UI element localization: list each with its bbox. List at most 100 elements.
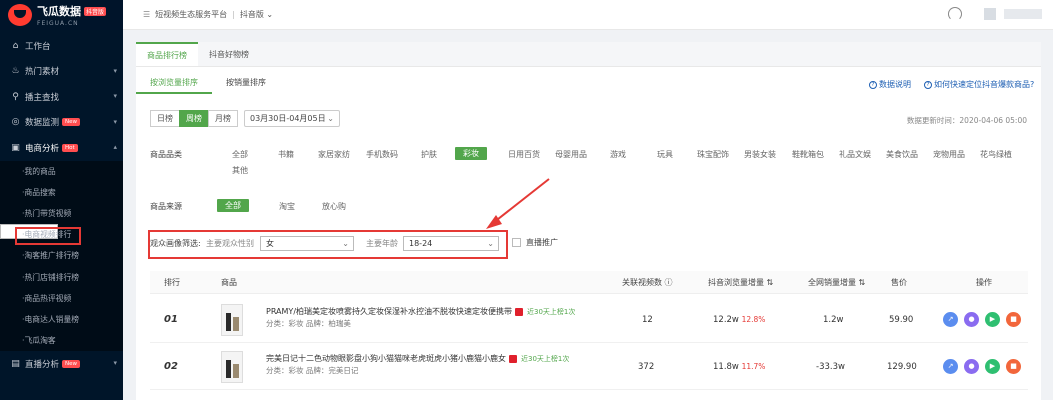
source-fangxingou[interactable]: 放心购 [322,201,346,212]
avatar[interactable] [984,8,996,20]
category-digital[interactable]: 手机数码 [366,149,398,160]
th-related-videos[interactable]: 关联视频数 ⓘ [622,271,673,294]
subnav-product-search[interactable]: · 商品搜索 [0,182,123,203]
shop-icon[interactable]: ■ [1006,359,1021,374]
shop-icon[interactable]: ■ [1006,312,1021,327]
user-profile-icon[interactable]: ● [964,312,979,327]
cart-icon: ▣ [11,142,20,153]
trend-chart-icon[interactable]: ↗ [943,312,958,327]
th-actions: 操作 [976,278,992,287]
gender-label: 主要观众性别 [206,239,254,248]
category-baby[interactable]: 母婴用品 [555,149,587,160]
category-home[interactable]: 家居家纺 [318,149,350,160]
th-rank: 排行 [164,278,180,287]
nav-item-ecommerce[interactable]: ▣ 电商分析 Hot ▴ [0,135,123,161]
category-all[interactable]: 全部 [232,149,248,160]
category-makeup[interactable]: 彩妆 [455,147,487,160]
how-to-link[interactable]: ? 如何快速定位抖音爆款商品? [924,79,1034,90]
source-all[interactable]: 全部 [217,199,249,212]
search-icon: ⚲ [12,91,19,102]
th-view-increment[interactable]: 抖音浏览量增量 ⇅ [708,271,773,294]
live-promo-checkbox[interactable] [512,238,521,247]
chevron-down-icon: ⌄ [266,10,274,19]
period-daily[interactable]: 日榜 [150,110,180,127]
trend-chart-icon[interactable]: ↗ [943,359,958,374]
category-gifts[interactable]: 礼品文娱 [839,149,871,160]
hot-badge: Hot [62,143,78,152]
rank: 02 [164,361,178,372]
subnav-video-ranking[interactable]: · 电商视频排行 [0,224,123,245]
nav-item-host-search[interactable]: ⚲ 播主查找 ▾ [0,84,123,110]
subnav-feigua-taoke[interactable]: · 飞瓜淘客 [0,330,123,351]
age-label: 主要年龄 [366,239,398,248]
subnav-taoke-ranking[interactable]: · 淘客推广排行榜 [0,245,123,266]
category-books[interactable]: 书籍 [278,149,294,160]
user-profile-icon[interactable]: ● [964,359,979,374]
product-name[interactable]: 完美日记十二色动物眼影盘小狗小猫猫咪老虎斑虎小猪小鹿猫小鹿女 近30天上榜1次 [266,353,569,364]
category-jewelry[interactable]: 珠宝配饰 [697,149,729,160]
product-thumbnail[interactable] [221,351,243,383]
video-icon[interactable]: ▶ [985,312,1000,327]
logo-icon [8,4,32,26]
subnav-hot-videos[interactable]: · 热门带货视频 [0,203,123,224]
product-meta: 分类：彩妆 品牌：柏瑞美 [266,319,351,328]
category-clothing[interactable]: 男装女装 [744,149,776,160]
tab-product-ranking[interactable]: 商品排行榜 [136,42,198,66]
age-select[interactable]: 18-24 ⌄ [403,236,499,251]
source-taobao[interactable]: 淘宝 [279,201,295,212]
monitor-icon: ◎ [11,117,20,128]
category-label: 商品品类 [150,150,182,159]
logo-domain: FEIGUA.CN [37,20,79,27]
table-header: 排行 商品 关联视频数 ⓘ 抖音浏览量增量 ⇅ 全网销量增量 ⇅ 售价 操作 [150,271,1028,294]
nav-item-hot-material[interactable]: ♨ 热门素材 ▾ [0,59,123,85]
nav-item-workbench[interactable]: ⌂ 工作台 [0,33,123,59]
tab-sort-sales[interactable]: 按销量排序 [212,72,280,94]
product-thumbnail[interactable] [221,304,243,336]
live-icon: ▤ [11,358,20,369]
subnav-shop-ranking[interactable]: · 热门店铺排行榜 [0,266,123,287]
nav-item-monitor[interactable]: ◎ 数据监测 New ▾ [0,110,123,136]
gender-select[interactable]: 女 ⌄ [260,236,354,251]
username-blurred[interactable] [1004,9,1042,19]
new-badge: New [62,118,81,127]
view-increment: 11.8w 11.7% [713,362,766,372]
tab-sort-views[interactable]: 按浏览量排序 [136,72,212,94]
product-name[interactable]: PRAMY/柏瑞美定妆喷雾持久定妆保湿补水控油不脱妆快速定妆便携带 近30天上榜1… [266,306,575,317]
chevron-down-icon: ⌄ [487,239,494,248]
table-row[interactable]: 01 PRAMY/柏瑞美定妆喷雾持久定妆保湿补水控油不脱妆快速定妆便携带 近30天… [150,297,1028,343]
date-range-select[interactable]: 03月30日-04月05日 ⌄ [244,110,340,127]
subnav-talent-sales[interactable]: · 电商达人销量榜 [0,309,123,330]
menu-icon[interactable]: ☰ [143,10,150,19]
sort-icon: ⇅ [858,278,866,287]
platform-name: 短视频生态服务平台 [155,10,228,19]
th-sales-increment[interactable]: 全网销量增量 ⇅ [808,271,865,294]
period-weekly[interactable]: 周榜 [179,110,209,127]
category-toys[interactable]: 玩具 [657,149,673,160]
category-other[interactable]: 其他 [232,165,248,176]
table-row[interactable]: 02 完美日记十二色动物眼影盘小狗小猫猫咪老虎斑虎小猪小鹿猫小鹿女 近30天上榜1… [150,344,1028,390]
row-actions: ↗ ● ▶ ■ [943,312,1027,327]
data-description-link[interactable]: ? 数据说明 [869,79,911,90]
period-selector: 日榜 周榜 月榜 03月30日-04月05日 ⌄ [150,110,340,127]
category-daily[interactable]: 日用百货 [508,149,540,160]
nav-item-live[interactable]: ▤ 直播分析 New ▾ [0,351,123,377]
category-games[interactable]: 游戏 [610,149,626,160]
period-monthly[interactable]: 月榜 [208,110,238,127]
category-food[interactable]: 美食饮品 [886,149,918,160]
subnav-my-products[interactable]: · 我的商品 [0,161,123,182]
version-switch[interactable]: 抖音版 ⌄ [240,9,273,20]
video-icon[interactable]: ▶ [985,359,1000,374]
category-bags[interactable]: 鞋靴箱包 [792,149,824,160]
subnav-hot-review-videos[interactable]: · 商品热评视频 [0,288,123,309]
chevron-down-icon: ⌄ [342,239,349,248]
main-nav: ⌂ 工作台 ♨ 热门素材 ▾ ⚲ 播主查找 ▾ ◎ 数据监测 New ▾ ▣ 电 [0,33,123,377]
category-skincare[interactable]: 护肤 [421,149,437,160]
category-pets[interactable]: 宠物用品 [933,149,965,160]
tab-good-products[interactable]: 抖音好物榜 [198,42,260,66]
fire-icon: ♨ [11,66,20,77]
topbar: ☰ 短视频生态服务平台 | 抖音版 ⌄ [123,0,1053,30]
headset-icon[interactable] [948,7,962,21]
category-plants[interactable]: 花鸟绿植 [980,149,1012,160]
view-increment: 12.2w 12.8% [713,315,766,325]
logo[interactable]: 飞瓜数据 抖音版 FEIGUA.CN [0,0,123,30]
